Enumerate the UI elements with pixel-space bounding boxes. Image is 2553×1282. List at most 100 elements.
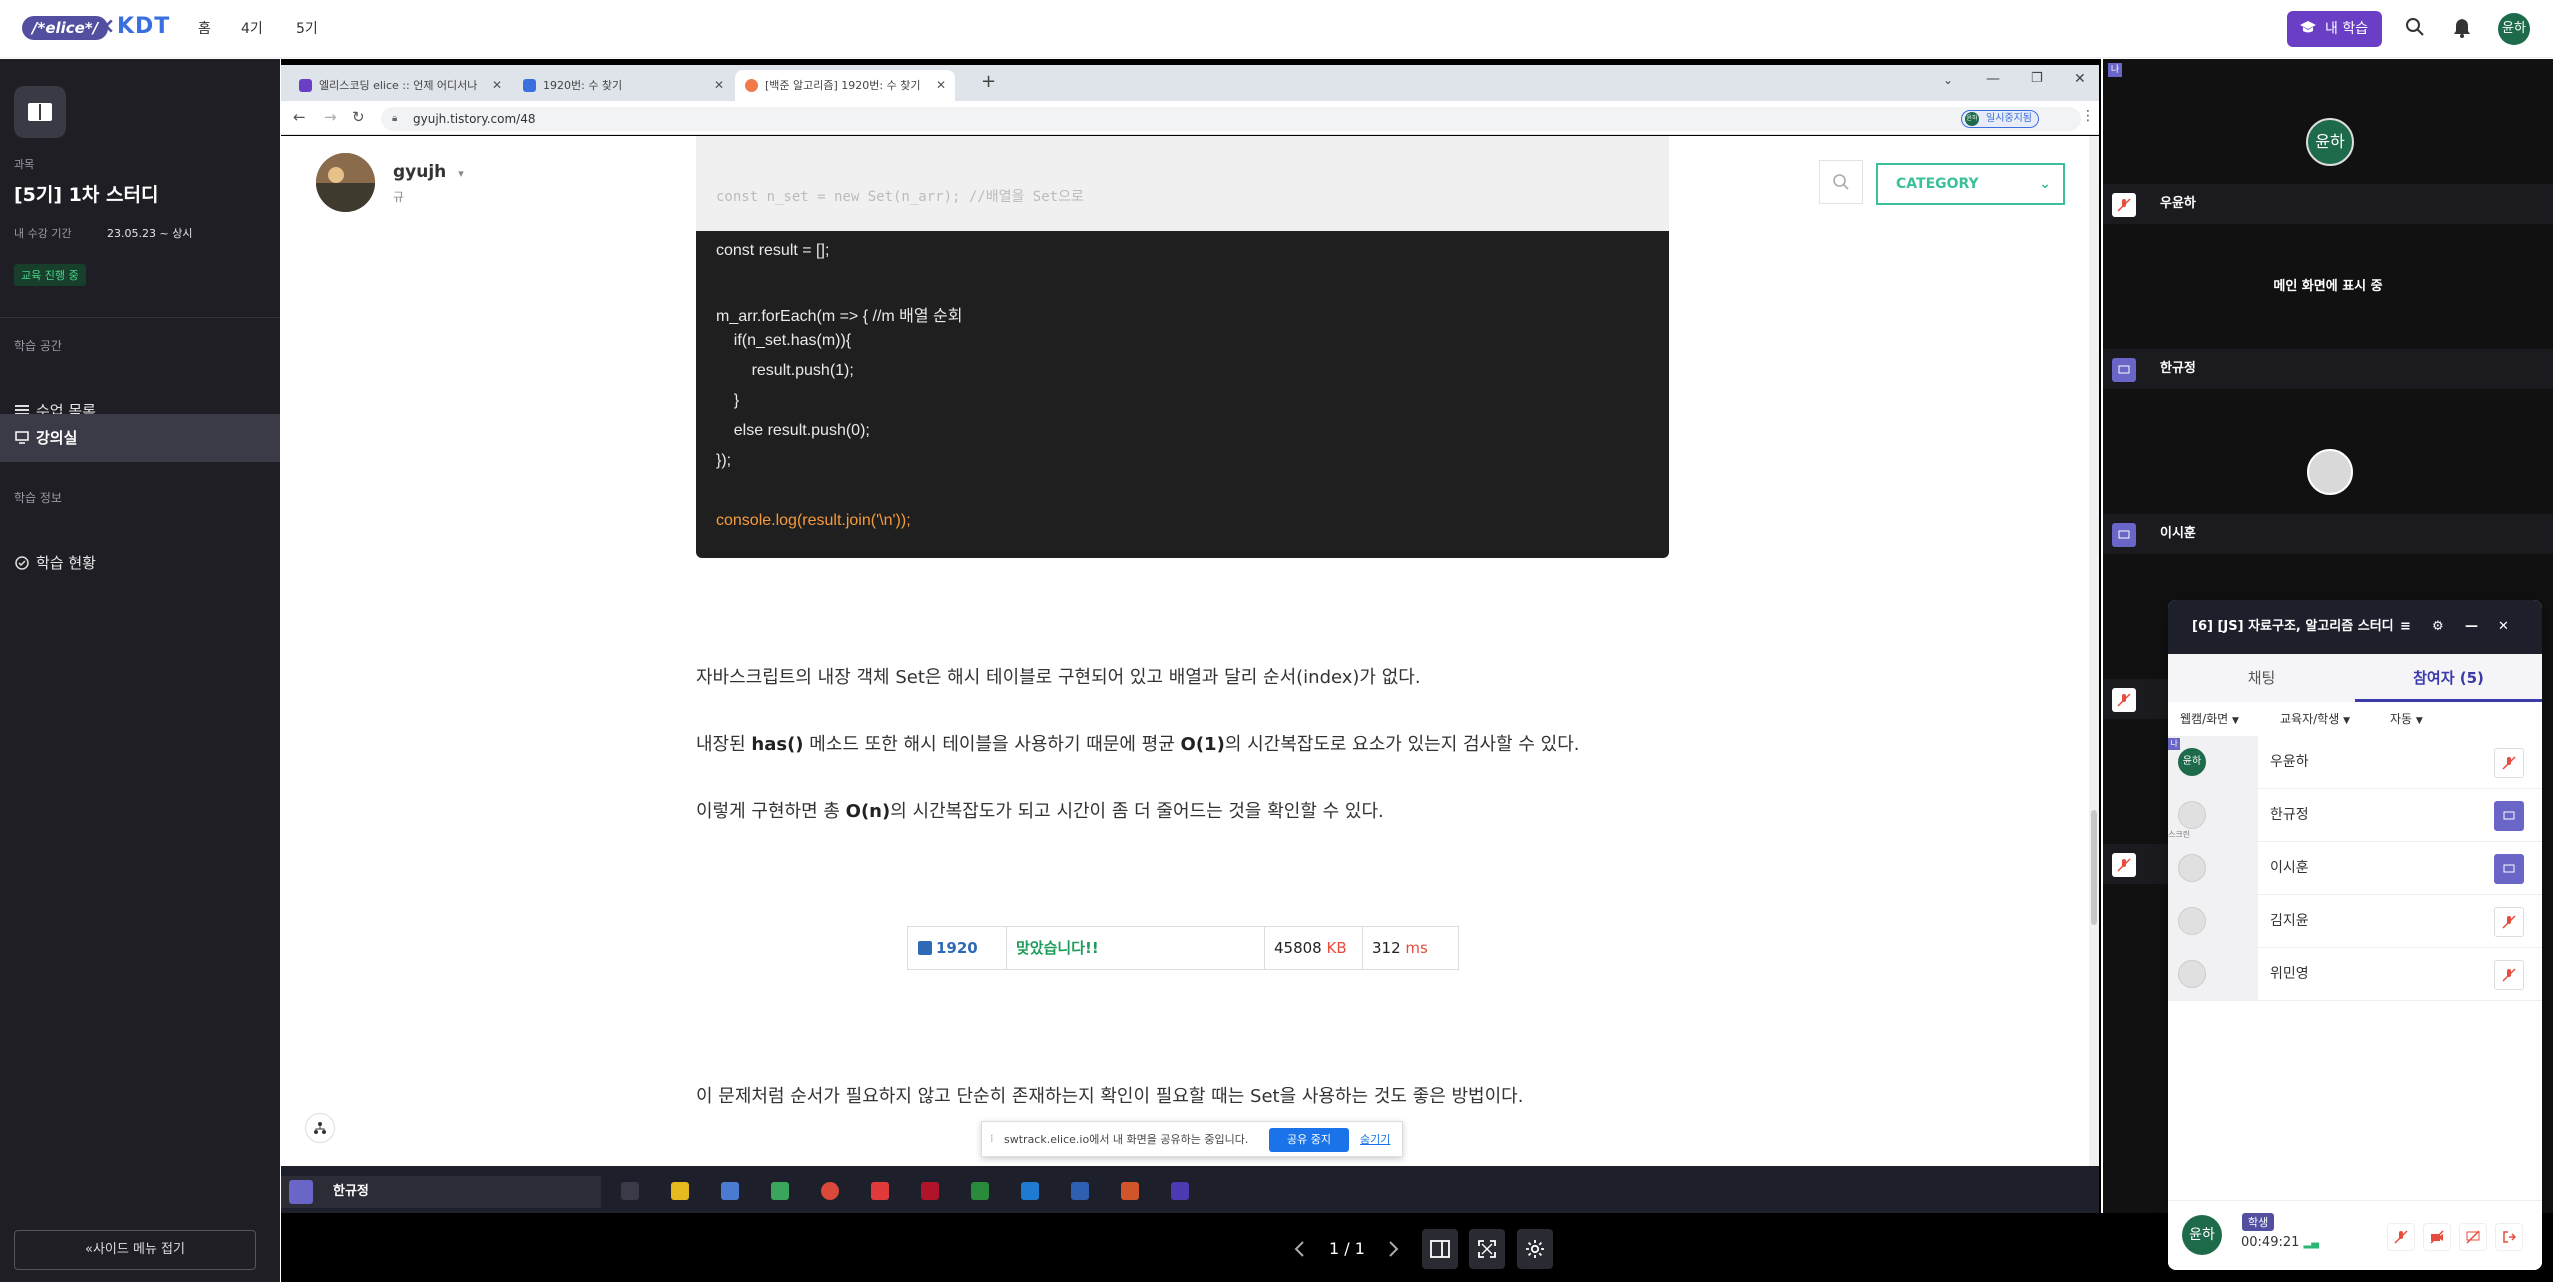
minimize-icon[interactable]: — bbox=[1986, 71, 2000, 87]
back-icon[interactable]: ← bbox=[293, 108, 306, 126]
menu-icon[interactable]: ≡ bbox=[2400, 600, 2411, 654]
paused-profile-button[interactable]: 윤하 일시중지됨 bbox=[1961, 110, 2039, 128]
close-icon[interactable]: ✕ bbox=[2498, 600, 2509, 654]
taskbar-app-icon[interactable] bbox=[871, 1182, 889, 1200]
participant-row[interactable]: 스크린 한규정 bbox=[2168, 789, 2542, 842]
main-screen-status: 메인 화면에 표시 중 bbox=[2273, 279, 2383, 294]
reload-icon[interactable]: ↻ bbox=[352, 108, 365, 126]
panel-title: [6] [JS] 자료구조, 알고리즘 스터디 bbox=[2192, 619, 2394, 634]
participant-avatar bbox=[2178, 801, 2206, 829]
code-line: } bbox=[716, 392, 740, 409]
close-window-icon[interactable]: ✕ bbox=[2074, 71, 2086, 87]
tab-participants[interactable]: 참여자 (5) bbox=[2355, 654, 2542, 702]
code-line: result.push(1); bbox=[716, 362, 854, 379]
participant-row[interactable]: 이시훈 bbox=[2168, 842, 2542, 895]
taskbar-app-icon[interactable] bbox=[921, 1182, 939, 1200]
participant-row[interactable]: 김지윤 bbox=[2168, 895, 2542, 948]
tab-chat[interactable]: 채팅 bbox=[2168, 654, 2355, 702]
blog-author-name[interactable]: gyujh ▾ bbox=[393, 162, 464, 182]
layout-toggle-button[interactable] bbox=[1422, 1229, 1458, 1269]
tree-icon bbox=[313, 1121, 327, 1135]
taskbar-app-icon[interactable] bbox=[721, 1182, 739, 1200]
mic-off-icon[interactable] bbox=[2494, 907, 2524, 937]
screen-share-icon[interactable] bbox=[2494, 801, 2524, 831]
user-avatar[interactable]: 윤하 bbox=[2498, 13, 2530, 45]
prev-page-button[interactable] bbox=[1282, 1229, 1316, 1269]
gear-icon[interactable]: ⚙︎ bbox=[2432, 600, 2444, 654]
taskbar-app-icon[interactable] bbox=[1021, 1182, 1039, 1200]
memory-number: 45808 bbox=[1274, 939, 1322, 957]
signal-icon: ▂▄ bbox=[2303, 1238, 2319, 1249]
participant-row[interactable]: 위민영 bbox=[2168, 948, 2542, 1001]
participant-avatar-placeholder bbox=[2307, 449, 2353, 495]
search-icon[interactable] bbox=[2405, 17, 2425, 37]
browser-tab[interactable]: 1920번: 수 찾기 ✕ bbox=[513, 70, 733, 101]
screen-share-off-icon[interactable] bbox=[2459, 1223, 2487, 1251]
taskbar-app-icon[interactable] bbox=[971, 1182, 989, 1200]
fullscreen-button[interactable] bbox=[1469, 1229, 1505, 1269]
mic-off-icon[interactable] bbox=[2494, 748, 2524, 778]
taskbar-app-icon[interactable] bbox=[1071, 1182, 1089, 1200]
bell-icon[interactable] bbox=[2452, 17, 2472, 39]
blog-author-avatar[interactable] bbox=[316, 153, 375, 212]
paragraph: 자바스크립트의 내장 객체 Set은 해시 테이블로 구현되어 있고 배열과 달… bbox=[696, 667, 1421, 688]
lock-icon: 🔒︎ bbox=[392, 113, 398, 124]
close-icon[interactable]: ✕ bbox=[492, 70, 502, 101]
chevron-down-icon[interactable]: ⌄ bbox=[1943, 73, 1953, 87]
my-learning-button[interactable]: 내 학습 bbox=[2287, 11, 2382, 47]
nav-gen4[interactable]: 4기 bbox=[241, 18, 263, 38]
drag-handle-icon[interactable]: ⁞ bbox=[990, 1132, 994, 1145]
participant-thumbnail bbox=[2168, 842, 2258, 894]
nav-gen5[interactable]: 5기 bbox=[296, 18, 318, 38]
leave-icon[interactable] bbox=[2495, 1223, 2523, 1251]
page-scrollbar-thumb[interactable] bbox=[2091, 810, 2097, 925]
participant-row[interactable]: 나 윤하 우윤하 bbox=[2168, 736, 2542, 789]
next-page-button[interactable] bbox=[1377, 1229, 1411, 1269]
browser-tab[interactable]: 엘리스코딩 elice :: 언제 어디서나 ✕ bbox=[289, 70, 511, 101]
mic-off-icon[interactable] bbox=[2387, 1223, 2415, 1251]
taskbar-app-icon[interactable] bbox=[671, 1182, 689, 1200]
forward-icon[interactable]: → bbox=[324, 108, 337, 126]
restore-icon[interactable]: ❐ bbox=[2031, 71, 2043, 86]
taskbar-app-icon[interactable] bbox=[1171, 1182, 1189, 1200]
participant-avatar bbox=[2178, 907, 2206, 935]
new-tab-icon[interactable]: + bbox=[981, 71, 996, 92]
paused-label: 일시중지됨 bbox=[1986, 113, 2032, 124]
collapse-sidebar-button[interactable]: «사이드 메뉴 접기 bbox=[14, 1230, 256, 1270]
elice-logo[interactable]: /*elice*/ bbox=[22, 16, 109, 40]
page-scrollbar[interactable] bbox=[2089, 136, 2099, 1166]
sidebar-item-progress[interactable]: 학습 현황 bbox=[0, 539, 280, 587]
nav-home[interactable]: 홈 bbox=[198, 18, 211, 38]
stop-sharing-button[interactable]: 공유 중지 bbox=[1269, 1128, 1349, 1152]
filter-role[interactable]: 교육자/학생 ▼ bbox=[2280, 702, 2350, 738]
tistory-favicon-icon bbox=[745, 79, 758, 92]
sidebar-divider bbox=[0, 317, 280, 318]
taskbar-app-icon[interactable] bbox=[771, 1182, 789, 1200]
filter-webcam-screen[interactable]: 웹캠/화면 ▼ bbox=[2180, 702, 2239, 738]
camera-off-icon[interactable] bbox=[2423, 1223, 2451, 1251]
period-value: 23.05.23 ~ 상시 bbox=[107, 227, 193, 240]
sidebar-item-classroom[interactable]: 강의실 bbox=[0, 414, 280, 462]
more-icon[interactable]: ⋮ bbox=[2081, 108, 2095, 124]
toc-button[interactable] bbox=[305, 1113, 335, 1143]
taskbar-app-icon[interactable] bbox=[1121, 1182, 1139, 1200]
close-icon[interactable]: ✕ bbox=[936, 70, 946, 101]
filter-sort[interactable]: 자동 ▼ bbox=[2390, 702, 2423, 738]
blog-search-button[interactable] bbox=[1819, 160, 1863, 204]
close-icon[interactable]: ✕ bbox=[714, 70, 724, 101]
taskbar-app-icon[interactable] bbox=[621, 1182, 639, 1200]
mic-off-icon bbox=[2112, 853, 2136, 877]
browser-address-bar: ← → ↻ 🔒︎ gyujh.tistory.com/48 윤하 일시중지됨 ⋮ bbox=[281, 101, 2099, 135]
screen-share-icon[interactable] bbox=[2494, 854, 2524, 884]
code-line: m_arr.forEach(m => { //m 배열 순회 bbox=[716, 308, 963, 325]
minimize-icon[interactable]: — bbox=[2465, 600, 2478, 654]
me-tag: 나 bbox=[2168, 738, 2180, 750]
browser-tab-active[interactable]: [백준 알고리즘] 1920번: 수 찾기 ✕ bbox=[735, 70, 955, 101]
kdt-logo[interactable]: KDT bbox=[117, 14, 170, 39]
settings-button[interactable] bbox=[1517, 1229, 1553, 1269]
hide-notice-link[interactable]: 숨기기 bbox=[1360, 1122, 1390, 1158]
mic-off-icon[interactable] bbox=[2494, 960, 2524, 990]
taskbar-app-icon[interactable] bbox=[821, 1182, 839, 1200]
url-field[interactable]: 🔒︎ gyujh.tistory.com/48 윤하 일시중지됨 bbox=[381, 107, 2081, 131]
category-dropdown[interactable]: CATEGORY ⌄ bbox=[1876, 163, 2065, 205]
